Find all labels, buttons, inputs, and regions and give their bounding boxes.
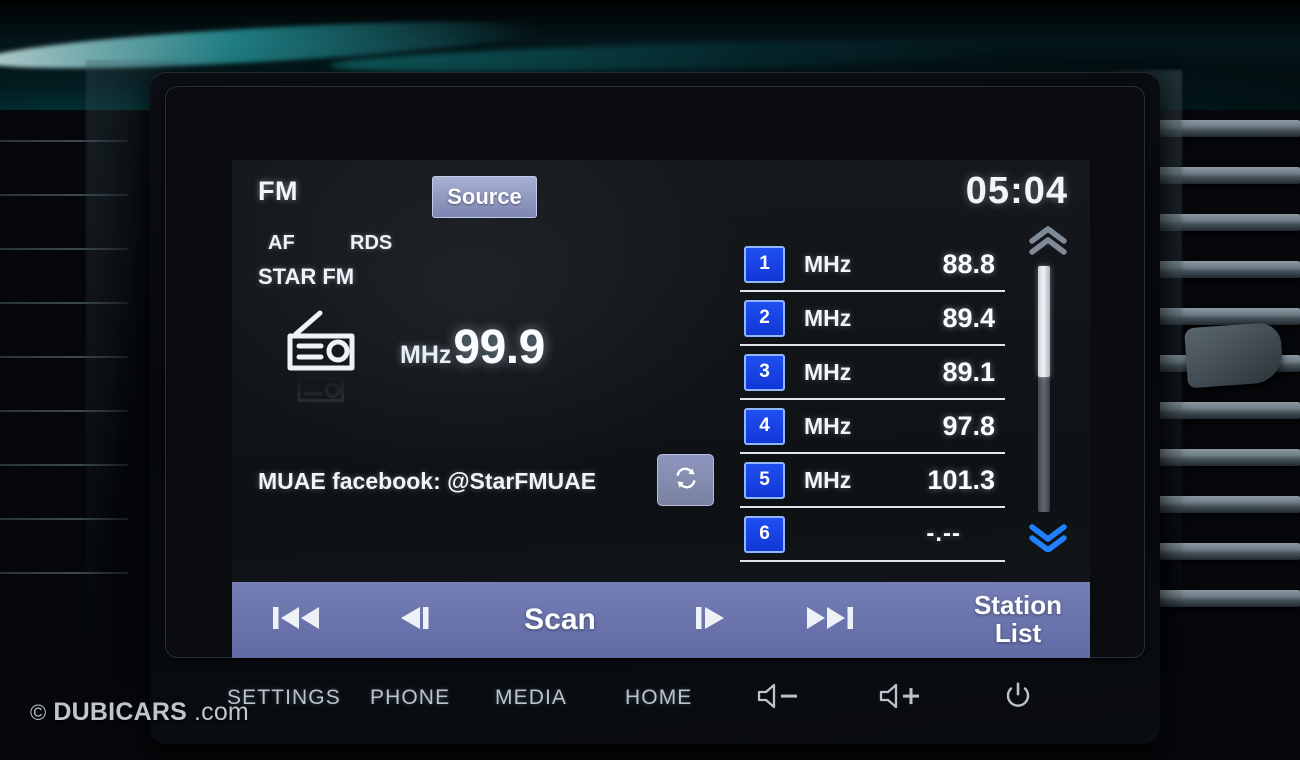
hardware-key-label: MEDIA bbox=[495, 686, 568, 709]
radio-icon bbox=[280, 308, 360, 374]
skip-previous-button[interactable] bbox=[232, 582, 360, 658]
station-list-label-line2: List bbox=[994, 618, 1042, 648]
hardware-key-volume-up[interactable] bbox=[877, 676, 923, 720]
seek-forward-icon bbox=[693, 604, 727, 637]
preset-number-badge[interactable]: 4 bbox=[744, 407, 785, 445]
volume-down-icon bbox=[755, 682, 801, 715]
preset-unit: MHz bbox=[804, 304, 852, 331]
frequency-unit: MHz bbox=[400, 341, 452, 369]
preset-row[interactable]: 2 MHz 89.4 bbox=[740, 292, 1005, 346]
source-button[interactable]: Source bbox=[432, 176, 537, 218]
preset-unit: MHz bbox=[804, 466, 852, 493]
station-list-label-line1: Station bbox=[973, 590, 1063, 621]
rds-indicator: RDS bbox=[350, 232, 393, 254]
preset-unit: MHz bbox=[804, 250, 852, 277]
frequency-value: 99.9 bbox=[453, 321, 545, 374]
preset-row[interactable]: 1 MHz 88.8 bbox=[740, 238, 1005, 292]
preset-number: 5 bbox=[759, 469, 770, 490]
preset-frequency: 101.3 bbox=[927, 464, 995, 495]
scroll-down-button[interactable] bbox=[1024, 522, 1072, 553]
station-name: STAR FM bbox=[258, 264, 355, 289]
scan-button[interactable]: Scan bbox=[470, 582, 650, 658]
hardware-key-volume-down[interactable] bbox=[755, 676, 801, 720]
preset-number: 2 bbox=[759, 307, 770, 328]
skip-previous-icon bbox=[271, 604, 321, 637]
preset-frequency: 89.1 bbox=[942, 356, 995, 387]
volume-up-icon bbox=[877, 682, 923, 715]
preset-scroll-controls bbox=[1018, 226, 1078, 553]
refresh-icon bbox=[672, 464, 700, 497]
playback-control-bar: Scan Station List bbox=[232, 582, 1090, 658]
infotainment-head-unit: FM Source 05:04 AF RDS STAR FM MHz 99.9 … bbox=[150, 72, 1160, 744]
hardware-key-phone[interactable]: PHONE bbox=[370, 678, 450, 718]
af-indicator: AF bbox=[268, 232, 295, 254]
watermark-suffix: .com bbox=[193, 698, 249, 726]
watermark-brand: DUBICARS bbox=[53, 698, 187, 726]
clock: 05:04 bbox=[965, 170, 1068, 212]
preset-row[interactable]: 4 MHz 97.8 bbox=[740, 400, 1005, 454]
hardware-key-label: HOME bbox=[625, 686, 693, 709]
preset-unit: MHz bbox=[804, 412, 852, 439]
preset-number-badge[interactable]: 1 bbox=[744, 245, 785, 283]
preset-unit: MHz bbox=[804, 358, 852, 385]
screen-bezel: FM Source 05:04 AF RDS STAR FM MHz 99.9 … bbox=[165, 86, 1145, 658]
preset-row[interactable]: 6 -.-- bbox=[740, 508, 1005, 562]
hardware-key-label: PHONE bbox=[370, 686, 451, 709]
infotainment-screen: FM Source 05:04 AF RDS STAR FM MHz 99.9 … bbox=[232, 160, 1090, 658]
preset-number: 1 bbox=[759, 253, 770, 274]
hardware-key-media[interactable]: MEDIA bbox=[495, 678, 567, 718]
preset-row[interactable]: 3 MHz 89.1 bbox=[740, 346, 1005, 400]
radio-icon-reflection bbox=[280, 374, 360, 420]
seek-forward-button[interactable] bbox=[650, 582, 770, 658]
preset-frequency: 97.8 bbox=[942, 410, 995, 441]
preset-number: 6 bbox=[759, 523, 770, 544]
preset-number: 3 bbox=[759, 361, 770, 382]
preset-number-badge[interactable]: 6 bbox=[744, 515, 785, 553]
watermark-copyright: © bbox=[30, 699, 47, 725]
refresh-button[interactable] bbox=[657, 454, 714, 506]
preset-row[interactable]: 5 MHz 101.3 bbox=[740, 454, 1005, 508]
dashboard-scene: FM Source 05:04 AF RDS STAR FM MHz 99.9 … bbox=[0, 0, 1300, 760]
hardware-key-home[interactable]: HOME bbox=[625, 678, 692, 718]
source-button-label: Source bbox=[447, 184, 522, 209]
preset-list: 1 MHz 88.8 2 MHz 89.4 3 MHz 89.1 4 MHz 97.8 5 MHz 101.… bbox=[740, 238, 1005, 562]
air-vent-right-knob[interactable] bbox=[1184, 321, 1284, 389]
skip-next-button[interactable] bbox=[770, 582, 890, 658]
hardware-key-power[interactable] bbox=[1003, 676, 1033, 720]
seek-backward-icon bbox=[398, 604, 432, 637]
radio-text: MUAE facebook: @StarFMUAE bbox=[258, 468, 597, 494]
preset-frequency: -.-- bbox=[926, 520, 961, 547]
band-label: FM bbox=[258, 176, 298, 206]
current-frequency: MHz 99.9 bbox=[400, 320, 545, 375]
preset-scrollbar-thumb[interactable] bbox=[1038, 266, 1050, 377]
watermark: © DUBICARS .com bbox=[30, 698, 249, 727]
scan-label: Scan bbox=[524, 603, 596, 636]
preset-number-badge[interactable]: 3 bbox=[744, 353, 785, 391]
scroll-up-button[interactable] bbox=[1024, 226, 1072, 256]
power-icon bbox=[1003, 681, 1033, 716]
preset-frequency: 88.8 bbox=[942, 248, 995, 279]
preset-number-badge[interactable]: 2 bbox=[744, 299, 785, 337]
hardware-key-row: SETTINGS PHONE MEDIA HOME bbox=[165, 674, 1145, 726]
preset-number: 4 bbox=[759, 415, 770, 436]
station-list-button[interactable]: Station List bbox=[954, 586, 1082, 654]
seek-backward-button[interactable] bbox=[360, 582, 470, 658]
preset-number-badge[interactable]: 5 bbox=[744, 461, 785, 499]
preset-frequency: 89.4 bbox=[942, 302, 995, 333]
skip-next-icon bbox=[805, 604, 855, 637]
